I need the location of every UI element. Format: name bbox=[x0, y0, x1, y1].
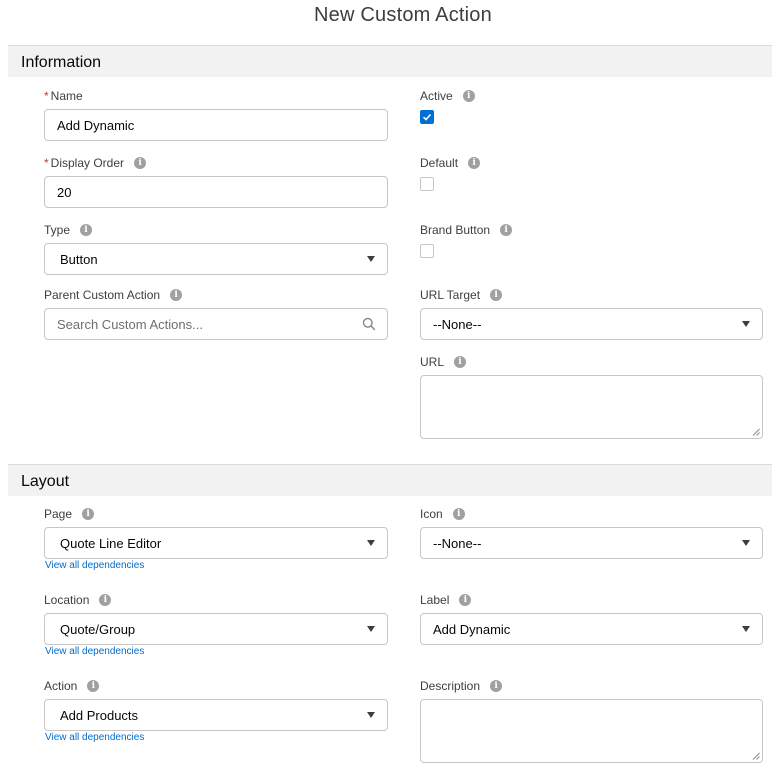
page-label-text: Page bbox=[44, 507, 73, 521]
type-select[interactable]: Button bbox=[44, 243, 388, 275]
location-select[interactable]: Quote/Group bbox=[44, 613, 388, 645]
info-icon: i bbox=[87, 680, 100, 692]
type-label: Type i bbox=[44, 223, 93, 237]
parent-custom-action-search[interactable]: Search Custom Actions... bbox=[44, 308, 388, 340]
info-icon: i bbox=[490, 680, 503, 692]
action-select-value: Add Products bbox=[60, 707, 139, 723]
info-icon: i bbox=[170, 289, 183, 301]
action-dependencies-link[interactable]: View all dependencies bbox=[45, 732, 144, 743]
url-target-label-text: URL Target bbox=[420, 288, 481, 302]
description-label: Description i bbox=[420, 679, 503, 693]
info-icon: i bbox=[468, 157, 481, 169]
page-select[interactable]: Quote Line Editor bbox=[44, 527, 388, 559]
required-marker: * bbox=[44, 89, 49, 103]
display-order-value: 20 bbox=[57, 184, 72, 200]
chevron-down-icon bbox=[742, 540, 750, 546]
label-select-value: Add Dynamic bbox=[433, 621, 511, 637]
info-icon: i bbox=[462, 90, 475, 102]
action-label: Action i bbox=[44, 679, 100, 693]
chevron-down-icon bbox=[367, 540, 375, 546]
url-textarea[interactable] bbox=[420, 375, 763, 439]
info-icon: i bbox=[459, 594, 472, 606]
info-icon: i bbox=[82, 508, 95, 520]
resize-grip-icon[interactable] bbox=[752, 752, 760, 760]
page-title: New Custom Action bbox=[314, 4, 492, 26]
url-target-value: --None-- bbox=[433, 316, 482, 332]
action-label-text: Action bbox=[44, 679, 78, 693]
info-icon: i bbox=[99, 594, 112, 606]
display-order-input[interactable]: 20 bbox=[44, 176, 388, 208]
page-label: Page i bbox=[44, 507, 95, 521]
page-dependencies-link[interactable]: View all dependencies bbox=[45, 560, 144, 571]
display-order-label: * Display Order i bbox=[44, 156, 147, 170]
url-target-label: URL Target i bbox=[420, 288, 503, 302]
page-select-value: Quote Line Editor bbox=[60, 535, 162, 551]
brand-button-label-text: Brand Button bbox=[420, 223, 491, 237]
display-order-label-text: Display Order bbox=[50, 156, 125, 170]
info-icon: i bbox=[452, 508, 465, 520]
chevron-down-icon bbox=[367, 626, 375, 632]
parent-custom-action-placeholder: Search Custom Actions... bbox=[57, 316, 203, 332]
required-marker: * bbox=[44, 156, 49, 170]
chevron-down-icon bbox=[367, 712, 375, 718]
chevron-down-icon bbox=[742, 626, 750, 632]
chevron-down-icon bbox=[367, 256, 375, 262]
chevron-down-icon bbox=[742, 321, 750, 327]
search-icon bbox=[362, 317, 376, 331]
name-input-value: Add Dynamic bbox=[57, 117, 135, 133]
info-icon: i bbox=[500, 224, 513, 236]
url-target-select[interactable]: --None-- bbox=[420, 308, 763, 340]
active-label-text: Active bbox=[420, 89, 453, 103]
section-header-information: Information bbox=[8, 45, 772, 77]
info-icon: i bbox=[80, 224, 93, 236]
info-icon: i bbox=[134, 157, 147, 169]
type-label-text: Type bbox=[44, 223, 71, 237]
default-checkbox[interactable] bbox=[420, 177, 434, 191]
description-textarea[interactable] bbox=[420, 699, 763, 763]
action-select[interactable]: Add Products bbox=[44, 699, 388, 731]
brand-button-checkbox[interactable] bbox=[420, 244, 434, 258]
resize-grip-icon[interactable] bbox=[752, 428, 760, 436]
icon-select[interactable]: --None-- bbox=[420, 527, 763, 559]
parent-custom-action-label-text: Parent Custom Action bbox=[44, 288, 161, 302]
name-label-text: Name bbox=[50, 89, 83, 103]
location-label: Location i bbox=[44, 593, 112, 607]
label-field-label-text: Label bbox=[420, 593, 450, 607]
active-checkbox[interactable] bbox=[420, 110, 434, 124]
check-icon bbox=[422, 113, 432, 121]
name-input[interactable]: Add Dynamic bbox=[44, 109, 388, 141]
url-label-text: URL bbox=[420, 355, 445, 369]
info-icon: i bbox=[490, 289, 503, 301]
location-label-text: Location bbox=[44, 593, 90, 607]
icon-label-text: Icon bbox=[420, 507, 443, 521]
location-dependencies-link[interactable]: View all dependencies bbox=[45, 646, 144, 657]
location-select-value: Quote/Group bbox=[60, 621, 136, 637]
section-header-layout: Layout bbox=[8, 464, 772, 496]
icon-label: Icon i bbox=[420, 507, 465, 521]
info-icon: i bbox=[454, 356, 467, 368]
url-label: URL i bbox=[420, 355, 467, 369]
default-label-text: Default bbox=[420, 156, 459, 170]
parent-custom-action-label: Parent Custom Action i bbox=[44, 288, 183, 302]
type-select-value: Button bbox=[60, 251, 98, 267]
description-label-text: Description bbox=[420, 679, 481, 693]
name-label: * Name bbox=[44, 89, 83, 103]
default-label: Default i bbox=[420, 156, 481, 170]
label-field-label: Label i bbox=[420, 593, 472, 607]
brand-button-label: Brand Button i bbox=[420, 223, 513, 237]
label-select[interactable]: Add Dynamic bbox=[420, 613, 763, 645]
icon-select-value: --None-- bbox=[433, 535, 482, 551]
active-label: Active i bbox=[420, 89, 475, 103]
